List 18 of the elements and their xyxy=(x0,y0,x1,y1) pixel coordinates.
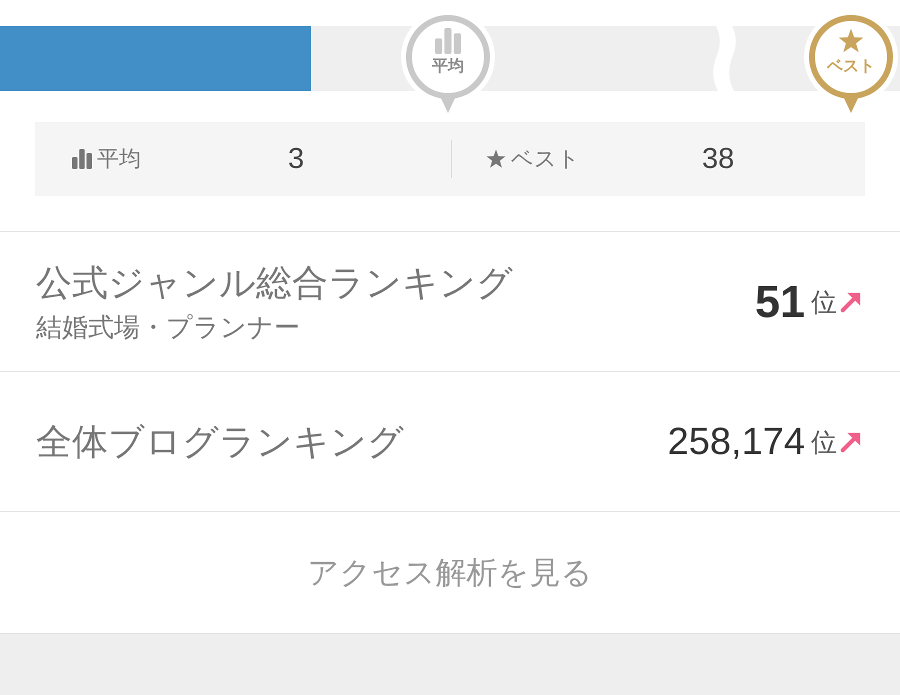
access-analysis-link[interactable]: アクセス解析を見る xyxy=(308,552,592,592)
pin-label: ベスト xyxy=(827,57,875,77)
stat-value: 3 xyxy=(288,142,304,176)
rank-value: 51 xyxy=(754,278,805,324)
rank-unit: 位 xyxy=(811,286,837,318)
ranking-subtitle: 結婚式場・プランナー xyxy=(36,310,301,342)
bar-chart-icon xyxy=(72,149,92,169)
rank-value: 258,174 xyxy=(668,420,805,464)
rank-unit: 位 xyxy=(811,426,837,458)
ranking-title: 公式ジャンル総合ランキング xyxy=(36,260,513,304)
stat-value: 38 xyxy=(702,142,734,176)
bar-chart-icon xyxy=(435,28,461,54)
stat-label: 平均 xyxy=(97,145,141,173)
pin-label: 平均 xyxy=(432,57,464,77)
ranking-title: 全体ブログランキング xyxy=(36,420,404,464)
star-icon xyxy=(486,149,506,169)
star-icon xyxy=(838,28,864,54)
stat-label: ベスト xyxy=(511,145,580,173)
